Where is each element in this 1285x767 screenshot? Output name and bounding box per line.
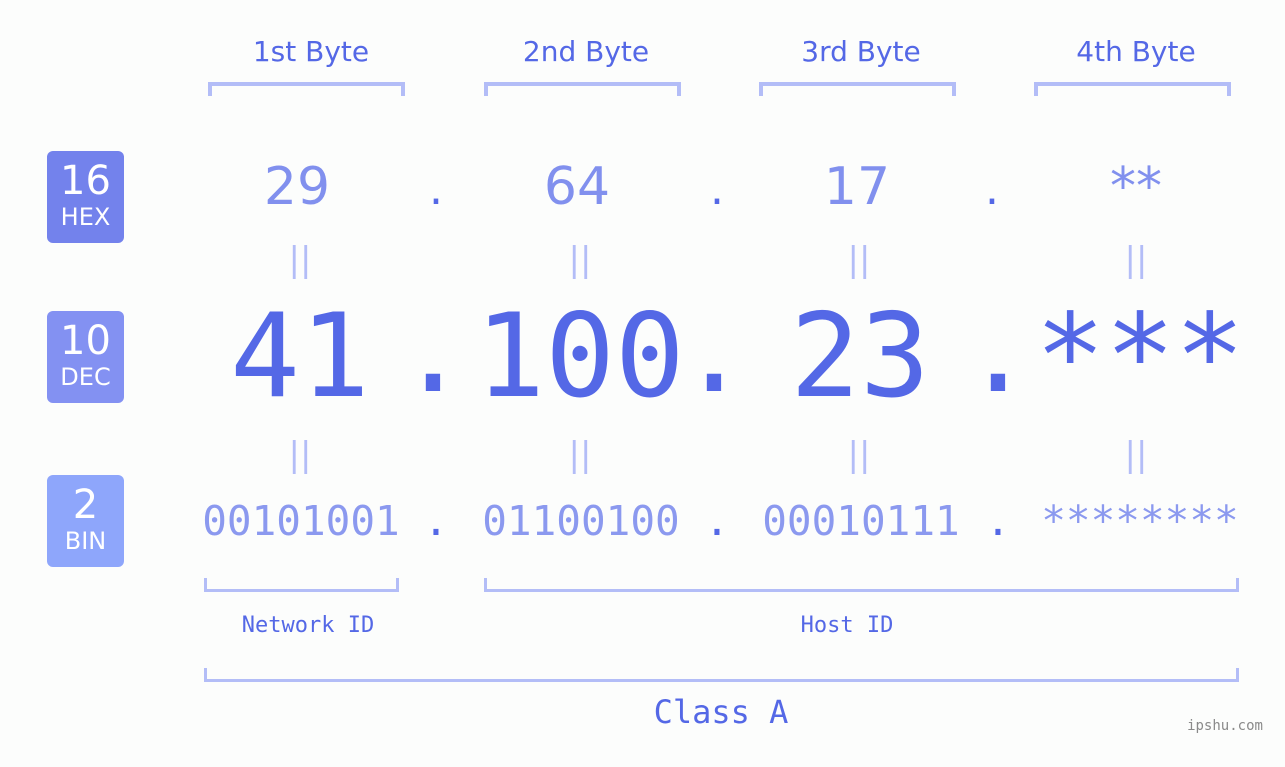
hex-separator-2: . [710,164,724,215]
bin-base-number: 2 [72,482,99,528]
hex-byte-4: ** [1110,157,1162,217]
equals-icon: || [1124,435,1148,475]
hex-byte-2: 64 [543,157,611,217]
bin-byte-4: ******** [1041,497,1239,545]
byte-header-1: 1st Byte [252,35,370,68]
byte-bracket-4 [1034,82,1231,96]
hex-base-number: 16 [60,158,111,204]
dec-separator-3: . [963,284,1033,419]
class-label: Class A [653,693,789,731]
equals-icon: || [568,435,592,475]
hex-separator-3: . [985,164,999,215]
dec-byte-3: 23 [790,289,930,424]
bin-byte-2: 01100100 [482,497,680,545]
host-id-label: Host ID [800,613,894,638]
byte-header-3: 3rd Byte [801,35,921,68]
equals-icon: || [288,240,312,280]
bin-separator-1: . [423,497,449,545]
dec-base-label: DEC [60,363,111,391]
hex-byte-3: 17 [823,157,891,217]
hex-badge: 16 HEX [47,151,124,243]
byte-bracket-2 [484,82,681,96]
bin-base-label: BIN [64,527,107,555]
equals-icon: || [847,435,871,475]
class-bracket [204,668,1239,682]
hex-byte-1: 29 [263,157,331,217]
dec-separator-2: . [679,284,749,419]
bin-separator-2: . [704,497,730,545]
equals-icon: || [1124,240,1148,280]
bin-byte-3: 00010111 [762,497,960,545]
equals-icon: || [568,240,592,280]
hex-base-label: HEX [60,203,111,231]
bin-separator-3: . [985,497,1011,545]
network-id-label: Network ID [241,613,375,638]
network-id-bracket [204,578,399,592]
byte-header-4: 4th Byte [1076,35,1196,68]
byte-bracket-1 [208,82,405,96]
hex-separator-1: . [429,164,443,215]
dec-byte-2: 100 [475,289,685,424]
byte-bracket-3 [759,82,956,96]
byte-header-2: 2nd Byte [522,35,650,68]
watermark: ipshu.com [1187,718,1263,734]
equals-icon: || [288,435,312,475]
dec-byte-1: 41 [230,289,370,424]
dec-base-number: 10 [60,318,111,364]
host-id-bracket [484,578,1239,592]
dec-byte-4: *** [1035,289,1245,424]
equals-icon: || [847,240,871,280]
bin-byte-1: 00101001 [202,497,400,545]
bin-badge: 2 BIN [47,475,124,567]
dec-separator-1: . [398,284,468,419]
dec-badge: 10 DEC [47,311,124,403]
